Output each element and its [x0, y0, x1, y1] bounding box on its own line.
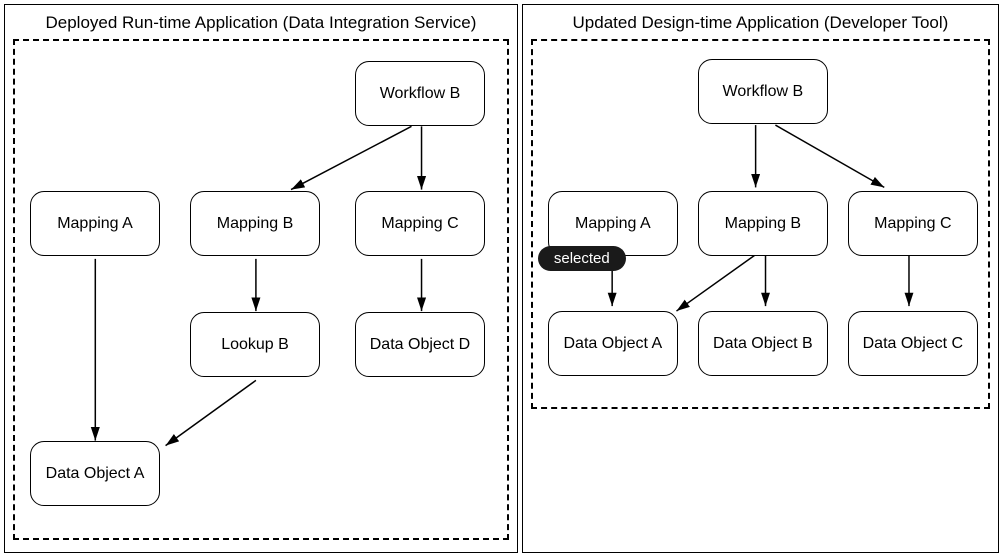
selected-badge: selected [538, 246, 626, 271]
node-label: Data Object C [863, 335, 963, 353]
node-mapping-a-left: Mapping A [30, 191, 160, 256]
node-label: Mapping B [725, 215, 802, 233]
node-label: Data Object A [564, 335, 663, 353]
right-panel-title: Updated Design-time Application (Develop… [531, 13, 990, 33]
node-workflow-b-left: Workflow B [355, 61, 485, 126]
node-data-object-b-right: Data Object B [698, 311, 828, 376]
node-label: Lookup B [221, 336, 289, 354]
node-label: Data Object A [46, 465, 145, 483]
node-workflow-b-right: Workflow B [698, 59, 828, 124]
node-data-object-a-right: Data Object A [548, 311, 678, 376]
left-dashed-container: Workflow B Mapping A Mapping B Mapping C… [13, 39, 509, 540]
right-dashed-container: Workflow B Mapping A Mapping B Mapping C… [531, 39, 990, 409]
node-label: Mapping C [381, 215, 458, 233]
node-label: Mapping B [217, 215, 294, 233]
node-lookup-b-left: Lookup B [190, 312, 320, 377]
node-label: Data Object B [713, 335, 813, 353]
node-mapping-c-left: Mapping C [355, 191, 485, 256]
right-panel: Updated Design-time Application (Develop… [522, 4, 999, 553]
node-mapping-b-right: Mapping B [698, 191, 828, 256]
node-label: Workflow B [380, 85, 461, 103]
left-panel: Deployed Run-time Application (Data Inte… [4, 4, 518, 553]
node-data-object-c-right: Data Object C [848, 311, 978, 376]
left-panel-title: Deployed Run-time Application (Data Inte… [13, 13, 509, 33]
node-label: Workflow B [723, 83, 804, 101]
node-mapping-c-right: Mapping C [848, 191, 978, 256]
node-data-object-a-left: Data Object A [30, 441, 160, 506]
node-label: Mapping A [57, 215, 133, 233]
node-label: Mapping C [874, 215, 951, 233]
node-label: Mapping A [575, 215, 651, 233]
node-label: Data Object D [370, 336, 470, 354]
node-mapping-b-left: Mapping B [190, 191, 320, 256]
node-data-object-d-left: Data Object D [355, 312, 485, 377]
